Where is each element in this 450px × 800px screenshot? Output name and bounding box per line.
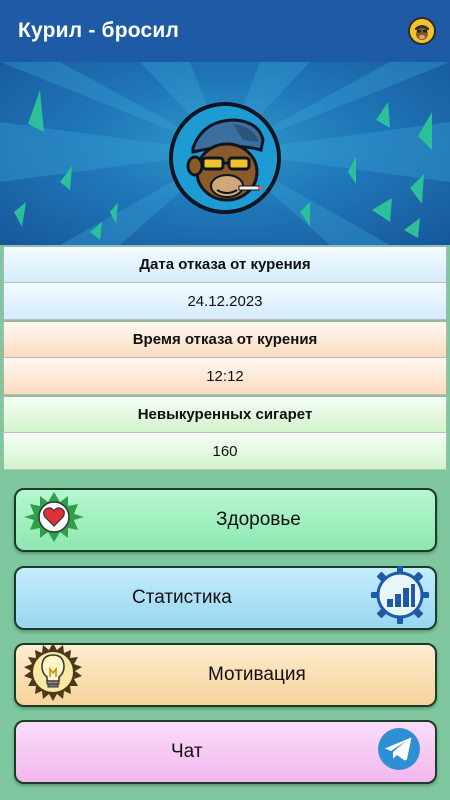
statistics-button-label: Статистика: [132, 587, 232, 608]
telegram-icon: [377, 727, 421, 777]
quit-time-label: Время отказа от курения: [3, 321, 447, 358]
motivation-button[interactable]: Мотивация: [14, 643, 437, 707]
app-bar: Курил - бросил: [0, 0, 450, 62]
quit-time-card: Время отказа от курения 12:12: [3, 321, 447, 395]
monkey-avatar-icon[interactable]: [408, 17, 436, 45]
light-bulb-icon: [24, 643, 82, 707]
monkey-logo-icon: [169, 102, 281, 214]
chat-button-label: Чат: [171, 741, 203, 762]
unsmoked-cigarettes-value: 160: [3, 433, 447, 470]
hero-banner: [0, 62, 450, 245]
chat-button[interactable]: Чат: [14, 720, 437, 784]
statistics-button[interactable]: Статистика: [14, 566, 437, 630]
motivation-button-label: Мотивация: [208, 664, 306, 685]
quit-date-label: Дата отказа от курения: [3, 246, 447, 283]
quit-date-card: Дата отказа от курения 24.12.2023: [3, 246, 447, 320]
unsmoked-cigarettes-card: Невыкуренных сигарет 160: [3, 396, 447, 470]
unsmoked-cigarettes-label: Невыкуренных сигарет: [3, 396, 447, 433]
quit-time-value: 12:12: [3, 358, 447, 395]
health-button[interactable]: Здоровье: [14, 488, 437, 552]
heart-icon: [24, 492, 84, 548]
health-button-label: Здоровье: [216, 509, 301, 530]
quit-date-value: 24.12.2023: [3, 283, 447, 320]
bar-chart-gear-icon: [371, 566, 429, 630]
app-title: Курил - бросил: [18, 19, 180, 42]
